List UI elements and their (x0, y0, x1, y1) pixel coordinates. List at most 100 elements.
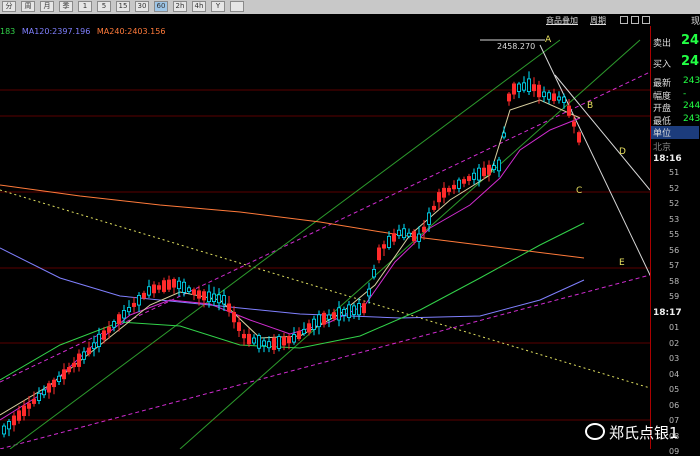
candle-body (341, 309, 346, 316)
grid-lines (0, 89, 650, 421)
candlestick-chart[interactable]: 2458.270 A B C D E (0, 26, 650, 449)
candle-body (102, 330, 107, 340)
candle-body (16, 410, 21, 421)
minimize-icon[interactable] (620, 16, 628, 24)
period-button[interactable]: 2h (173, 1, 187, 12)
quote-value: 243 (683, 76, 700, 86)
candle-body (2, 425, 7, 435)
candle-body (456, 179, 461, 189)
moving-average-lines (0, 99, 585, 421)
candle-body (552, 93, 557, 102)
candle-body (512, 83, 517, 95)
candle-body (446, 187, 451, 192)
period-button[interactable] (230, 1, 244, 12)
period-button[interactable]: 4h (192, 1, 206, 12)
candle-body (381, 244, 386, 249)
candle-body (506, 93, 511, 102)
period-button[interactable]: 周 (21, 1, 35, 12)
candle-body (522, 82, 527, 91)
period-button[interactable]: Y (211, 1, 225, 12)
candle-body (7, 421, 12, 430)
period-button[interactable]: 季 (59, 1, 73, 12)
period-button[interactable]: 1 (78, 1, 92, 12)
period-button[interactable]: 分 (2, 1, 16, 12)
sell-label: 卖出 (653, 39, 672, 49)
candle-body (211, 293, 216, 302)
candle-body (37, 392, 42, 401)
candle-body (461, 179, 466, 184)
candle-body (216, 294, 221, 304)
restore-icon[interactable] (631, 16, 639, 24)
chart-toolbar: 分周月季 1 5 15 30 60 2h 4h Y (0, 0, 700, 15)
cycle-link[interactable]: 周期 (590, 15, 606, 26)
candle-body (326, 314, 331, 320)
period-button[interactable]: 15 (116, 1, 130, 12)
candle-body (542, 91, 547, 98)
candle-body (286, 336, 291, 344)
point-label: C (576, 186, 582, 196)
tick-label: 52 (669, 183, 680, 193)
sell-value: 2435 (681, 33, 700, 48)
candle-body (416, 233, 421, 242)
overlay-link[interactable]: 商品叠加 (546, 15, 578, 26)
tick-label: 05 (669, 385, 680, 394)
candle-body (77, 353, 82, 367)
quote-value: 243 (683, 113, 700, 124)
candle-body (176, 280, 181, 290)
panel-title: 现 (690, 17, 700, 27)
time-label: 18:16 (653, 154, 682, 164)
candle-body (281, 336, 286, 346)
quote-label: 幅度 (653, 91, 672, 102)
ma-legend: 183 MA120:2397.196 MA240:2403.156 (0, 27, 169, 36)
candle-body (42, 389, 47, 396)
candle-body (67, 367, 72, 373)
period-button[interactable]: 60 (154, 1, 168, 12)
candle-body (261, 340, 266, 347)
tick-label: 57 (669, 261, 680, 270)
tick-label: 58 (669, 276, 680, 286)
candle-body (87, 347, 92, 355)
candle-body (396, 229, 401, 237)
candle-body (201, 291, 206, 301)
tick-label: 52 (669, 199, 680, 208)
candle-body (386, 235, 391, 248)
candle-body (441, 187, 446, 198)
period-button[interactable]: 30 (135, 1, 149, 12)
candle-body (191, 289, 196, 295)
candle-body (221, 295, 226, 305)
candle-body (527, 78, 532, 92)
candle-body (577, 132, 582, 143)
ma-line (0, 184, 585, 259)
candle-body (57, 375, 62, 382)
candle-body (122, 310, 127, 319)
candle-body (171, 278, 176, 288)
ma-legend-item: 183 (0, 27, 16, 36)
candle-body (411, 231, 416, 242)
candle-body (82, 351, 87, 360)
trend-line (179, 39, 641, 449)
candle-body (421, 226, 426, 233)
ma-line (0, 117, 581, 421)
ma-legend-item: MA240:2403.156 (96, 27, 166, 36)
candle-body (431, 205, 436, 210)
candle-body (562, 96, 567, 103)
candle-body (557, 96, 562, 101)
tick-label: 56 (669, 245, 680, 255)
quote-label: 最低 (653, 116, 672, 127)
candle-body (331, 312, 336, 319)
candle-body (21, 405, 26, 417)
watermark-text: 郑氏点银1 (609, 424, 679, 442)
candle-body (547, 92, 552, 100)
period-button[interactable]: 5 (97, 1, 111, 12)
period-button[interactable]: 月 (40, 1, 54, 12)
candle-body (97, 333, 102, 347)
candle-body (231, 311, 236, 323)
ma-line (0, 247, 585, 319)
tick-label: 51 (669, 168, 680, 177)
candle-body (62, 369, 67, 380)
tick-label: 06 (669, 400, 680, 410)
close-icon[interactable] (642, 16, 650, 24)
candle-body (256, 335, 261, 349)
candle-body (156, 285, 161, 290)
candle-body (72, 362, 77, 368)
